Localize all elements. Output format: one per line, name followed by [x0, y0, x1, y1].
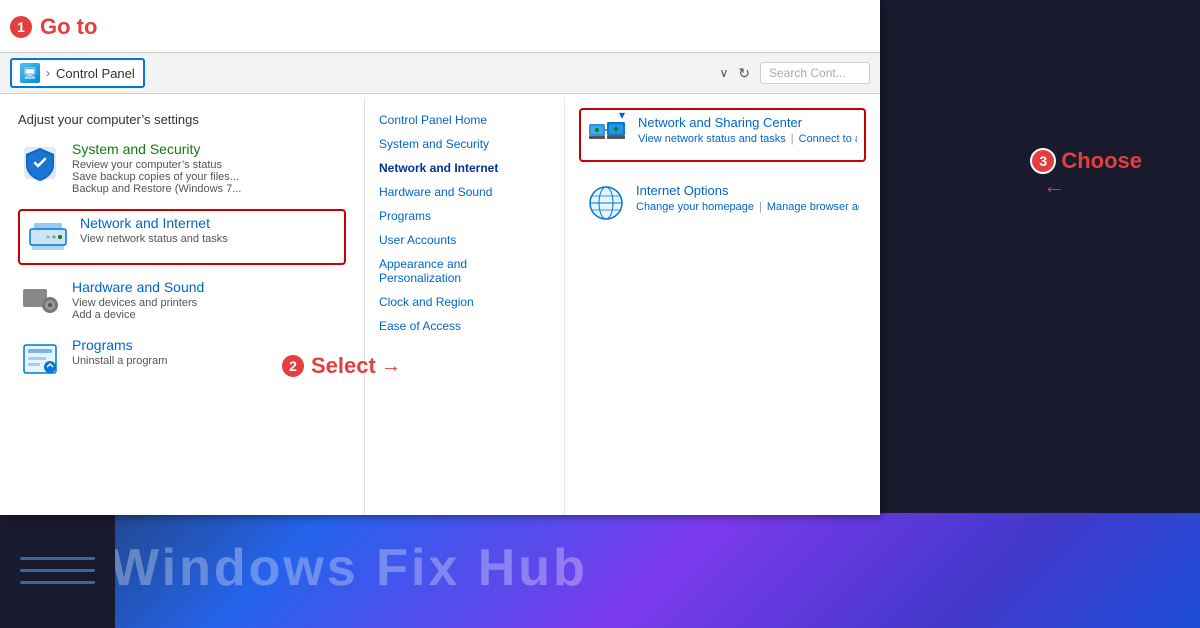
system-security-desc2: Save backup copies of your files...	[72, 171, 241, 183]
step2-circle: 2	[280, 353, 306, 379]
nav-network-internet[interactable]: Network and Internet	[379, 156, 550, 180]
cp-left-panel: Adjust your computer’s settings System a…	[0, 98, 365, 515]
nav-programs[interactable]: Programs	[379, 204, 550, 228]
network-internet-icon	[26, 215, 70, 259]
network-sharing-links: View network status and tasks | Connect …	[638, 133, 857, 145]
internet-link-2[interactable]: Manage browser add-ons	[767, 201, 859, 213]
system-security-title[interactable]: System and Security	[72, 141, 241, 157]
step1-circle: 1	[8, 14, 34, 40]
step3-annotation: 3 Choose	[1030, 148, 1142, 174]
windows-fix-hub-watermark: Windows Fix Hub	[110, 538, 588, 598]
nav-ease-of-access[interactable]: Ease of Access	[379, 314, 550, 338]
category-hardware-sound[interactable]: Hardware and Sound View devices and prin…	[18, 279, 346, 323]
internet-link-1[interactable]: Change your homepage	[636, 201, 754, 213]
taskbar-area: Windows Fix Hub	[0, 513, 1200, 628]
cp-right-panel: Network and Sharing Center View network …	[565, 98, 880, 515]
step1-label: Go to	[40, 14, 97, 40]
nav-clock-region[interactable]: Clock and Region	[379, 290, 550, 314]
hardware-sound-text: Hardware and Sound View devices and prin…	[72, 279, 204, 321]
internet-options-item[interactable]: Internet Options Change your homepage | …	[579, 178, 866, 228]
step3-circle: 3	[1030, 148, 1056, 174]
taskbar-line-3	[20, 581, 95, 584]
view-by-arrow[interactable]: ▾	[619, 108, 625, 122]
network-sharing-text: Network and Sharing Center View network …	[638, 115, 857, 145]
address-icon: 🖥	[20, 63, 40, 83]
system-security-icon	[18, 141, 62, 185]
step2-label: Select	[311, 353, 365, 379]
nav-control-panel-home[interactable]: Control Panel Home	[379, 108, 550, 132]
hardware-sound-title[interactable]: Hardware and Sound	[72, 279, 204, 295]
internet-options-text: Internet Options Change your homepage | …	[636, 183, 859, 213]
step2-annotation: 2 Select →	[280, 353, 365, 379]
network-internet-desc1: View network status and tasks	[80, 233, 228, 245]
address-dropdown[interactable]: ∨	[719, 66, 728, 80]
programs-icon	[18, 337, 62, 381]
shield-svg	[20, 143, 60, 183]
system-security-desc3: Backup and Restore (Windows 7...	[72, 183, 241, 195]
internet-options-icon	[586, 183, 626, 223]
network-internet-text: Network and Internet View network status…	[80, 215, 228, 245]
taskbar-left	[0, 513, 115, 628]
system-security-desc1: Review your computer’s status	[72, 159, 241, 171]
address-control-panel: Control Panel	[56, 66, 135, 81]
cp-middle-panel: Control Panel Home System and Security N…	[365, 98, 565, 515]
address-refresh[interactable]: ↻	[738, 65, 750, 82]
hardware-svg	[20, 281, 60, 321]
nav-system-security[interactable]: System and Security	[379, 132, 550, 156]
hardware-sound-desc2: Add a device	[72, 309, 204, 321]
control-panel-window: 1 Go to 🖥 › Control Panel ∨ ↻ Search Con…	[0, 0, 880, 515]
step1-annotation: 1 Go to	[8, 14, 97, 40]
breadcrumb-separator: ›	[46, 66, 50, 80]
step3-label: Choose	[1061, 148, 1142, 174]
hardware-sound-desc1: View devices and printers	[72, 297, 204, 309]
programs-svg	[20, 339, 60, 379]
category-network-internet[interactable]: Network and Internet View network status…	[18, 209, 346, 265]
address-bar: 🖥 › Control Panel ∨ ↻ Search Cont...	[0, 52, 880, 94]
search-box[interactable]: Search Cont...	[760, 62, 870, 84]
nav-appearance[interactable]: Appearance and Personalization	[379, 252, 550, 290]
system-security-text: System and Security Review your computer…	[72, 141, 241, 195]
programs-title[interactable]: Programs	[72, 337, 167, 353]
network-sharing-title[interactable]: Network and Sharing Center	[638, 115, 857, 130]
hardware-sound-icon	[18, 279, 62, 323]
view-by: ▾	[611, 108, 625, 122]
category-system-security[interactable]: System and Security Review your computer…	[18, 141, 346, 195]
nav-user-accounts[interactable]: User Accounts	[379, 228, 550, 252]
address-box[interactable]: 🖥 › Control Panel	[10, 58, 145, 88]
internet-options-title[interactable]: Internet Options	[636, 183, 859, 198]
step3-arrow: →	[1043, 173, 1065, 199]
programs-desc1: Uninstall a program	[72, 355, 167, 367]
taskbar-line-1	[20, 557, 95, 560]
internet-options-links: Change your homepage | Manage browser ad…	[636, 201, 859, 213]
cp-content: Adjust your computer’s settings System a…	[0, 98, 880, 515]
internet-options-svg	[587, 184, 625, 222]
internet-sep-1: |	[759, 201, 762, 213]
network-internet-title[interactable]: Network and Internet	[80, 215, 228, 231]
network-link-1[interactable]: View network status and tasks	[638, 133, 786, 145]
programs-text: Programs Uninstall a program	[72, 337, 167, 367]
network-svg	[28, 217, 68, 257]
cp-heading: Adjust your computer’s settings	[18, 112, 346, 127]
taskbar-line-2	[20, 569, 95, 572]
network-link-2[interactable]: Connect to a network	[799, 133, 857, 145]
network-sep-1: |	[791, 133, 794, 145]
nav-hardware-sound[interactable]: Hardware and Sound	[379, 180, 550, 204]
